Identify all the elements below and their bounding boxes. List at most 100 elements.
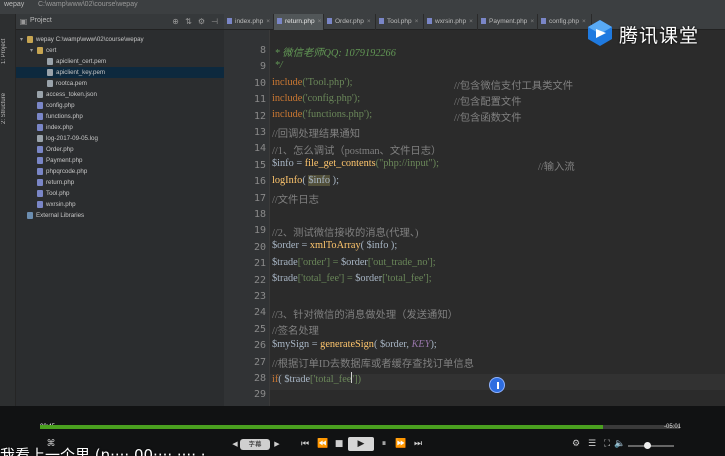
folder-icon: [27, 35, 33, 43]
code-line-13[interactable]: //回调处理结果通知: [272, 125, 360, 140]
tree-item[interactable]: config.php: [16, 100, 224, 111]
tree-item[interactable]: ▾ cert: [16, 45, 224, 56]
code-line-26[interactable]: $mySign = generateSign( $order, KEY);: [272, 339, 437, 350]
function-args: ( $order,: [373, 339, 412, 350]
php-icon: [37, 123, 43, 131]
editor-tab[interactable]: wxrsin.php ×: [424, 14, 478, 30]
collapse-icon[interactable]: ⇅: [184, 17, 193, 26]
code-line-14[interactable]: //1、怎么调试（postman、文件日志）: [272, 142, 441, 157]
editor-tab[interactable]: Tool.php ×: [376, 14, 424, 30]
php-icon: [37, 167, 43, 175]
tree-item-label: wxrsin.php: [46, 201, 76, 208]
code-line-20[interactable]: $order = xmlToArray( $info );: [272, 240, 397, 251]
editor-tab-label: return.php: [285, 18, 315, 25]
tree-item-label: functions.php: [46, 113, 83, 120]
project-panel-header: ▣ Project ⊕ ⇅ ⚙ ⊣: [16, 14, 224, 30]
tree-item[interactable]: rootca.pem: [16, 78, 224, 89]
project-panel-title[interactable]: Project: [30, 17, 52, 24]
code-line-24[interactable]: //3、针对微信的消息做处理（发送通知）: [272, 306, 458, 321]
code-line-27[interactable]: //根据订单ID去数据库或者缓存查找订单信息: [272, 355, 474, 370]
title-path: C:\wamp\www\02\course\wepay: [38, 1, 138, 8]
code-line-12[interactable]: include('functions.php'); //包含函数文件: [272, 109, 522, 124]
tree-item[interactable]: log-2017-09-05.log: [16, 133, 224, 144]
tree-item[interactable]: apiclient_cert.pem: [16, 56, 224, 67]
editor-tab[interactable]: Payment.php ×: [478, 14, 538, 30]
tree-item[interactable]: functions.php: [16, 111, 224, 122]
tree-item[interactable]: apiclient_key.pem: [16, 67, 224, 78]
gear-icon[interactable]: ⚙: [197, 17, 206, 26]
close-tab-icon[interactable]: ×: [530, 18, 534, 25]
code-line-17[interactable]: //文件日志: [272, 191, 319, 206]
close-tab-icon[interactable]: ×: [367, 18, 371, 25]
line-comment: //签名处理: [272, 326, 319, 337]
code-line-28[interactable]: if( $trade['total_fee']): [272, 372, 361, 385]
line-number: 8: [259, 45, 266, 56]
editor-tab[interactable]: return.php ×: [274, 14, 324, 30]
php-icon: [37, 145, 43, 153]
doc-comment-end: */: [272, 60, 283, 71]
tree-item[interactable]: Payment.php: [16, 155, 224, 166]
line-number-gutter: 8 9 10 11 12 13 14 15 16 17 18 19 20 21 22 23 24 25 26 27 28…: [224, 30, 270, 406]
line-comment: //根据订单ID去数据库或者缓存查找订单信息: [272, 359, 474, 370]
playback-progress[interactable]: [40, 425, 680, 429]
hide-icon[interactable]: ⊣: [210, 17, 219, 26]
line-comment: //1、怎么调试（postman、文件日志）: [272, 146, 442, 157]
close-tab-icon[interactable]: ×: [415, 18, 419, 25]
line-comment: //2、测试微信接收的消息(代理、): [272, 228, 419, 239]
tree-item[interactable]: return.php: [16, 177, 224, 188]
line-number: 16: [253, 176, 266, 188]
line-comment: //文件日志: [272, 195, 319, 206]
close-tab-icon[interactable]: ×: [469, 18, 473, 25]
line-number: 28: [253, 373, 266, 384]
tree-item[interactable]: External Libraries: [16, 210, 224, 221]
editor-tab[interactable]: index.php ×: [224, 14, 274, 30]
tree-item[interactable]: index.php: [16, 122, 224, 133]
close-tab-icon[interactable]: ×: [266, 18, 270, 25]
code-line-8[interactable]: * 微信老师QQ: 1079192266: [272, 44, 396, 59]
code-line-22[interactable]: $trade['total_fee'] = $order['total_fee'…: [272, 273, 432, 284]
code-editor[interactable]: 8 9 10 11 12 13 14 15 16 17 18 19 20 21 22 23 24 25 26 27 28…: [224, 30, 725, 406]
line-comment: //包含微信支付工具类文件: [454, 81, 573, 92]
locate-icon[interactable]: ⊕: [171, 17, 180, 26]
line-comment: //包含函数文件: [454, 113, 522, 124]
line-number: 24: [253, 307, 266, 319]
line-number: 13: [253, 127, 266, 138]
structure-tool-tab[interactable]: 2: Structure: [1, 84, 15, 124]
project-tool-tab[interactable]: 1: Project: [1, 24, 15, 64]
array-key: ['out_trade_no'];: [367, 257, 436, 268]
tree-item[interactable]: phpqrcode.php: [16, 166, 224, 177]
tree-item-label: access_token.json: [46, 91, 97, 98]
include-arg: ('Tool.php');: [302, 77, 353, 88]
php-file-icon: [379, 18, 384, 25]
line-number: 22: [253, 274, 266, 286]
line-number: 18: [253, 209, 266, 220]
progress-fill: [40, 425, 604, 429]
code-line-9[interactable]: */: [272, 60, 283, 71]
code-line-10[interactable]: include('Tool.php'); //包含微信支付工具类文件: [272, 77, 573, 92]
code-line-11[interactable]: include('config.php'); //包含配置文件: [272, 93, 522, 108]
tree-item-label: Order.php: [46, 146, 74, 153]
line-number: 26: [253, 340, 266, 352]
constant: KEY: [411, 339, 431, 350]
editor-tab[interactable]: Order.php ×: [324, 14, 376, 30]
tree-item-label: index.php: [46, 124, 73, 131]
code-line-21[interactable]: $trade['order'] = $order['out_trade_no']…: [272, 257, 436, 268]
code-line-16[interactable]: logInfo( $info );: [272, 175, 339, 186]
code-line-25[interactable]: //签名处理: [272, 322, 319, 337]
tree-item-label: return.php: [46, 179, 75, 186]
tree-item[interactable]: access_token.json: [16, 89, 224, 100]
function-name: file_get_contents: [304, 158, 376, 169]
tree-item-label: Payment.php: [46, 157, 83, 164]
code-line-19[interactable]: //2、测试微信接收的消息(代理、): [272, 224, 418, 239]
tree-item[interactable]: Tool.php: [16, 188, 224, 199]
close-tab-icon[interactable]: ×: [318, 18, 322, 25]
editor-tab[interactable]: config.php ×: [538, 14, 592, 30]
tree-item[interactable]: Order.php: [16, 144, 224, 155]
function-name: generateSign: [320, 339, 374, 350]
function-args: ("php://input");: [375, 158, 439, 169]
tree-item[interactable]: wxrsin.php: [16, 199, 224, 210]
tree-item-label: config.php: [46, 102, 75, 109]
code-line-15[interactable]: $info = file_get_contents("php://input")…: [272, 158, 575, 173]
title-bar: wepay C:\wamp\www\02\course\wepay: [0, 0, 725, 14]
tree-item[interactable]: ▾ wepay C:\wamp\www\02\course\wepay: [16, 34, 224, 45]
